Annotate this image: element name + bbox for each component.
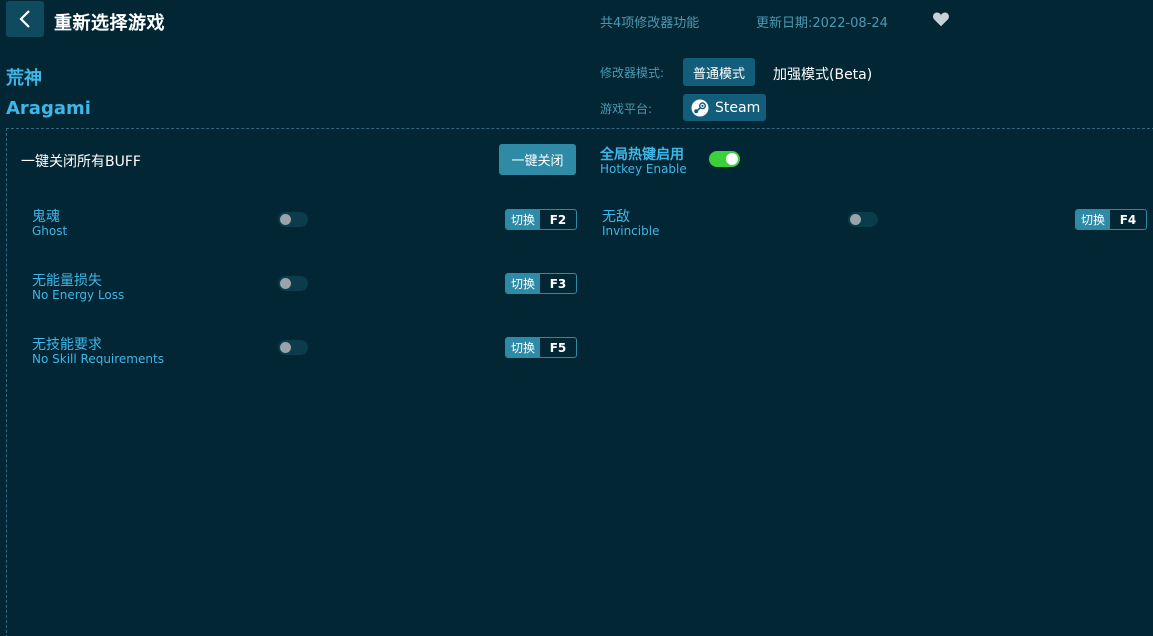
hotkey-enable-label-cn: 全局热键启用	[600, 147, 684, 163]
switch-label: 切换	[1076, 210, 1110, 229]
mode-label: 修改器模式:	[600, 66, 665, 80]
cheat-name-cn: 无能量损失	[32, 273, 102, 289]
hotkey-key: F4	[1119, 212, 1137, 227]
cheat-toggle-ghost[interactable]	[278, 212, 308, 227]
cheat-row-no-skill-requirements: 无技能要求 No Skill Requirements 切换 F5	[32, 334, 577, 370]
switch-label: 切换	[506, 274, 540, 293]
hotkey-enable-label-en: Hotkey Enable	[600, 162, 687, 176]
steam-platform-button[interactable]: Steam	[683, 94, 766, 121]
cheat-name-cn: 无敌	[602, 209, 630, 225]
hotkey-key: F2	[549, 212, 567, 227]
toggle-knob	[280, 214, 291, 225]
cheat-toggle-invincible[interactable]	[848, 212, 878, 227]
cheat-row-no-energy-loss: 无能量损失 No Energy Loss 切换 F3	[32, 270, 577, 306]
cheat-name-en: No Energy Loss	[32, 288, 125, 302]
hotkey-button-no-skill-requirements[interactable]: 切换 F5	[505, 337, 577, 358]
trainer-window: 重新选择游戏 共4项修改器功能 更新日期:2022-08-24 荒神 Araga…	[0, 0, 1153, 636]
cheat-name-cn: 鬼魂	[32, 209, 60, 225]
steam-icon	[691, 99, 709, 116]
heart-icon[interactable]	[932, 11, 950, 27]
toggle-knob	[280, 342, 291, 353]
hotkey-key: F3	[549, 276, 567, 291]
hotkey-button-no-energy-loss[interactable]: 切换 F3	[505, 273, 577, 294]
switch-label: 切换	[506, 338, 540, 357]
close-all-buff-button[interactable]: 一键关闭	[499, 144, 576, 175]
hotkey-enable-toggle[interactable]	[709, 151, 740, 167]
close-all-buff-label: 一键关闭所有BUFF	[21, 154, 141, 170]
cheat-toggle-no-energy-loss[interactable]	[278, 276, 308, 291]
cheat-name-cn: 无技能要求	[32, 337, 102, 353]
toggle-knob	[850, 214, 861, 225]
back-button[interactable]	[6, 1, 44, 37]
hotkey-key: F5	[549, 340, 567, 355]
cheat-name-en: Ghost	[32, 224, 68, 238]
feature-count: 共4项修改器功能	[600, 16, 700, 31]
cheat-name-en: No Skill Requirements	[32, 352, 164, 366]
platform-label: 游戏平台:	[600, 102, 653, 116]
game-name-en: Aragami	[6, 98, 91, 119]
beta-mode-button[interactable]: 加强模式(Beta)	[773, 64, 872, 84]
update-date: 更新日期:2022-08-24	[756, 16, 888, 31]
cheat-row-ghost: 鬼魂 Ghost 切换 F2	[32, 206, 577, 242]
cheat-toggle-no-skill-requirements[interactable]	[278, 340, 308, 355]
page-title[interactable]: 重新选择游戏	[54, 9, 165, 35]
toggle-knob	[726, 153, 738, 165]
cheat-panel	[6, 128, 1153, 636]
hotkey-button-ghost[interactable]: 切换 F2	[505, 209, 577, 230]
chevron-left-icon	[19, 10, 30, 28]
steam-label: Steam	[715, 99, 761, 116]
switch-label: 切换	[506, 210, 540, 229]
hotkey-button-invincible[interactable]: 切换 F4	[1075, 209, 1147, 230]
toggle-knob	[280, 278, 291, 289]
cheat-name-en: Invincible	[602, 224, 660, 238]
game-name-cn: 荒神	[6, 68, 42, 89]
cheat-row-invincible: 无敌 Invincible 切换 F4	[602, 206, 1147, 242]
normal-mode-button[interactable]: 普通模式	[683, 58, 755, 86]
